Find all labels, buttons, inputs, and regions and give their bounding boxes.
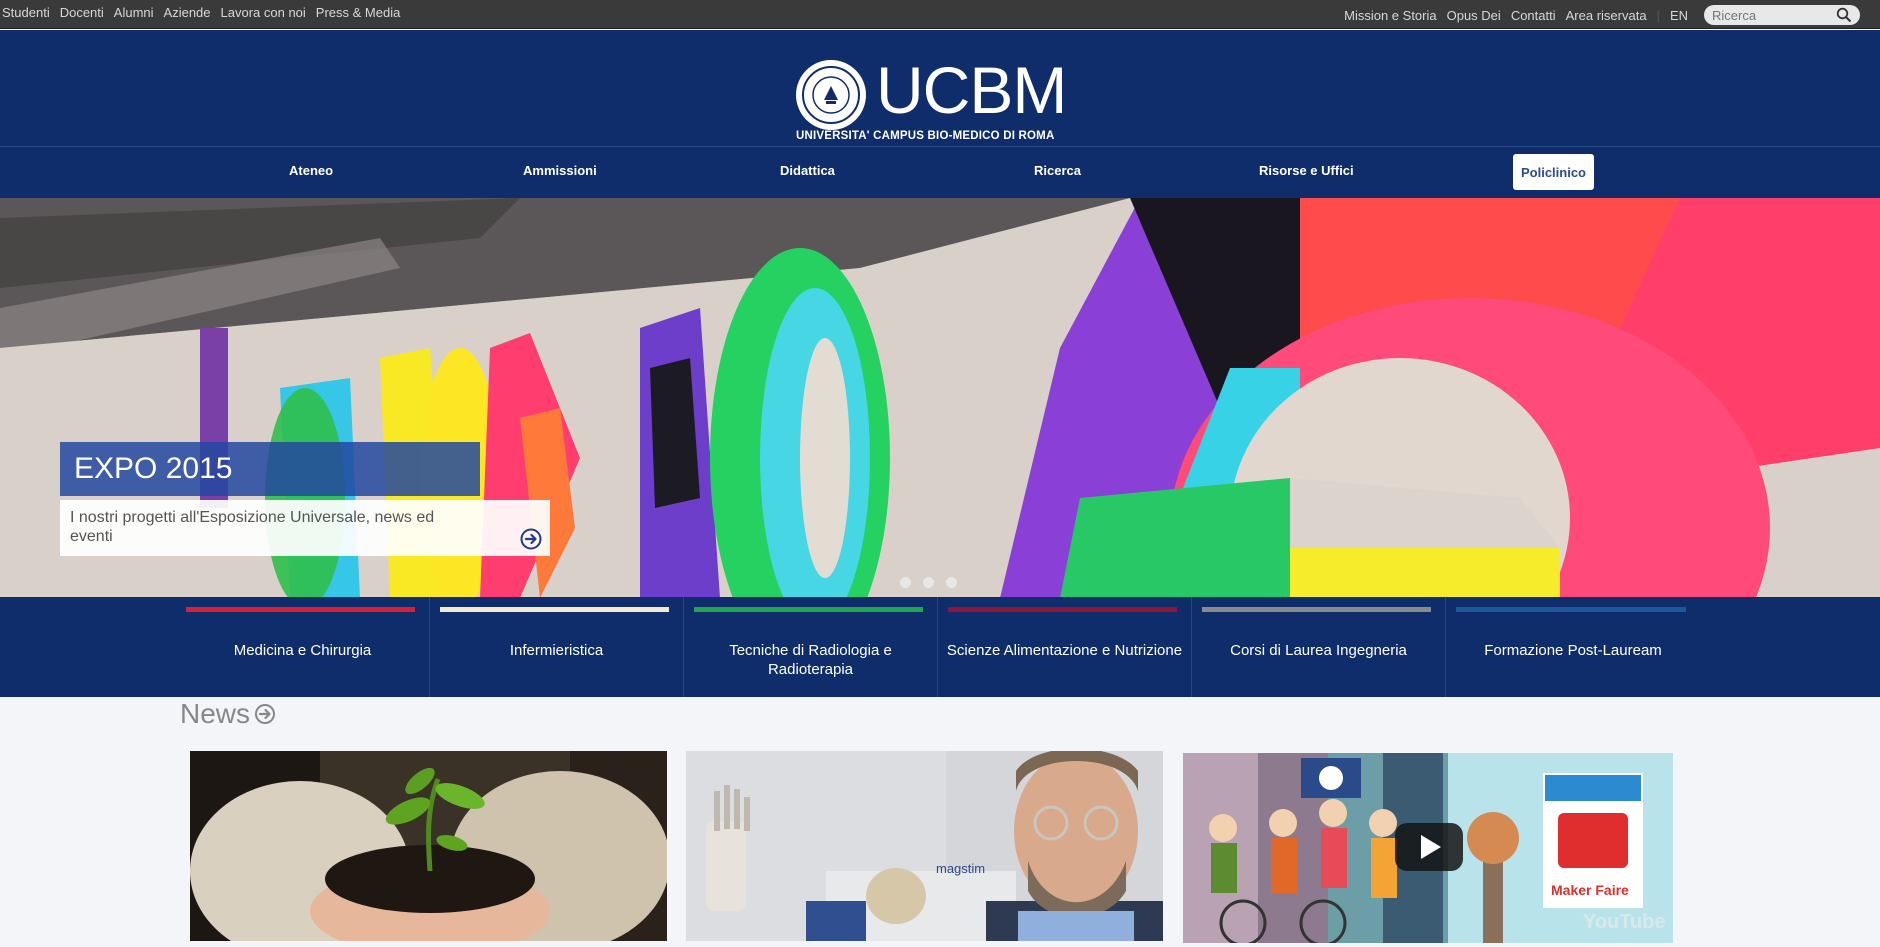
program-color-bar <box>440 607 669 612</box>
svg-text:YouTube: YouTube <box>1583 911 1666 933</box>
utility-links-right: Mission e Storia Opus Dei Contatti Area … <box>1344 5 1860 25</box>
logo-subtitle: UNIVERSITA' CAMPUS BIO-MEDICO DI ROMA <box>796 130 1055 142</box>
nav-ammissioni[interactable]: Ammissioni <box>523 163 597 178</box>
degree-programs-bar: Medicina e Chirurgia Infermieristica Tec… <box>0 597 1880 697</box>
maker-faire-video-thumbnail: Maker Faire YouTube <box>1183 753 1673 943</box>
site-header: UCBM UNIVERSITA' CAMPUS BIO-MEDICO DI RO… <box>0 30 1880 146</box>
search-box <box>1704 5 1860 25</box>
slide-caption: I nostri progetti all'Esposizione Univer… <box>60 500 550 556</box>
link-studenti[interactable]: Studenti <box>2 5 50 20</box>
program-medicina-chirurgia[interactable]: Medicina e Chirurgia <box>176 597 430 697</box>
program-label: Medicina e Chirurgia <box>233 642 372 659</box>
slide-dot-1[interactable] <box>900 577 911 588</box>
slide-indicators <box>900 577 957 588</box>
search-icon[interactable] <box>1836 7 1852 23</box>
news-card-video[interactable]: Maker Faire YouTube <box>1183 753 1673 943</box>
utility-bar: Studenti Docenti Alumni Aziende Lavora c… <box>0 0 1880 29</box>
news-card-2[interactable]: magstim <box>686 751 1163 941</box>
nav-risorse-uffici[interactable]: Risorse e Uffici <box>1259 163 1354 178</box>
program-label: Formazione Post-Lauream <box>1484 642 1662 659</box>
slide-dot-2[interactable] <box>923 577 934 588</box>
seedling-hands-image <box>190 751 667 941</box>
researcher-robotic-hand-image: magstim <box>686 751 1163 941</box>
news-heading[interactable]: News <box>180 698 276 730</box>
link-docenti[interactable]: Docenti <box>60 5 104 20</box>
program-ingegneria[interactable]: Corsi di Laurea Ingegneria <box>1192 597 1446 697</box>
program-post-lauream[interactable]: Formazione Post-Lauream <box>1446 597 1700 697</box>
utility-links-left: Studenti Docenti Alumni Aziende Lavora c… <box>2 5 400 20</box>
program-label: Corsi di Laurea Ingegneria <box>1230 642 1407 659</box>
nav-didattica[interactable]: Didattica <box>780 163 835 178</box>
program-color-bar <box>186 607 415 612</box>
logo-wordmark: UCBM <box>876 53 1067 127</box>
program-scienze-alimentazione[interactable]: Scienze Alimentazione e Nutrizione <box>938 597 1192 697</box>
arrow-right-circle-icon <box>255 704 276 724</box>
language-switch[interactable]: EN <box>1670 8 1688 23</box>
program-color-bar <box>948 607 1177 612</box>
link-alumni[interactable]: Alumni <box>114 5 154 20</box>
nav-ateneo[interactable]: Ateneo <box>289 163 333 178</box>
slide-caption-text: I nostri progetti all'Esposizione Univer… <box>70 509 435 545</box>
separator: | <box>1656 7 1660 23</box>
news-card-1[interactable] <box>190 751 667 941</box>
link-lavora-con-noi[interactable]: Lavora con noi <box>221 5 306 20</box>
program-tecniche-radiologia[interactable]: Tecniche di Radiologia e Radioterapia <box>684 597 938 697</box>
program-label: Tecniche di Radiologia e Radioterapia <box>729 642 892 678</box>
search-input[interactable] <box>1712 7 1832 23</box>
link-contatti[interactable]: Contatti <box>1511 8 1556 23</box>
slide-dot-3[interactable] <box>946 577 957 588</box>
program-color-bar <box>1456 607 1686 612</box>
program-color-bar <box>1202 607 1431 612</box>
news-title: News <box>180 698 251 729</box>
hero-slider[interactable]: EXPO 2015 I nostri progetti all'Esposizi… <box>0 198 1880 598</box>
main-navigation: Ateneo Ammissioni Didattica Ricerca Riso… <box>0 146 1880 198</box>
arrow-right-circle-icon[interactable] <box>520 528 542 550</box>
link-aziende[interactable]: Aziende <box>164 5 211 20</box>
policlinico-button[interactable]: Policlinico <box>1513 154 1594 190</box>
nav-ricerca[interactable]: Ricerca <box>1034 163 1081 178</box>
svg-text:Maker Faire: Maker Faire <box>1551 882 1629 898</box>
link-mission-storia[interactable]: Mission e Storia <box>1344 8 1436 23</box>
link-press-media[interactable]: Press & Media <box>316 5 401 20</box>
university-seal-icon <box>796 60 866 130</box>
link-area-riservata[interactable]: Area riservata <box>1566 8 1647 23</box>
slide-title[interactable]: EXPO 2015 <box>60 442 480 496</box>
program-color-bar <box>694 607 923 612</box>
ucbm-logo[interactable]: UCBM UNIVERSITA' CAMPUS BIO-MEDICO DI RO… <box>796 53 1068 142</box>
program-label: Scienze Alimentazione e Nutrizione <box>946 642 1183 659</box>
link-opus-dei[interactable]: Opus Dei <box>1447 8 1501 23</box>
svg-text:magstim: magstim <box>936 861 985 876</box>
program-infermieristica[interactable]: Infermieristica <box>430 597 684 697</box>
program-label: Infermieristica <box>509 642 604 659</box>
